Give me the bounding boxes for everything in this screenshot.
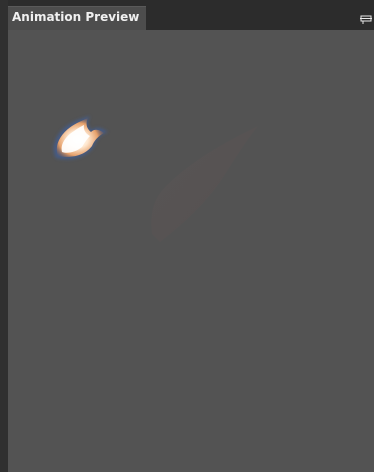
left-gutter [0, 0, 8, 472]
flame-sprite [53, 116, 108, 160]
tab-bar: Animation Preview [8, 0, 374, 30]
tab-label: Animation Preview [12, 10, 140, 24]
panel-menu-icon-svg [360, 15, 372, 24]
preview-viewport[interactable] [8, 30, 374, 472]
shadow-sprite [151, 126, 258, 242]
animation-preview-window: Animation Preview [0, 0, 374, 472]
tab-animation-preview[interactable]: Animation Preview [8, 6, 146, 30]
panel-menu-icon[interactable] [360, 10, 372, 24]
